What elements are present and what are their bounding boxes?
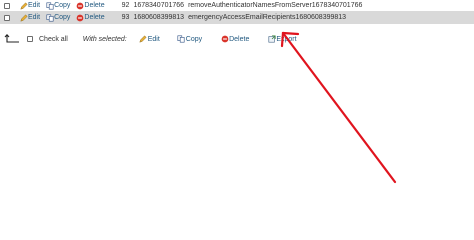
pencil-icon — [19, 13, 28, 22]
export-icon — [267, 35, 276, 43]
bulk-copy-label: Copy — [185, 35, 203, 43]
bulk-edit-label: Edit — [147, 35, 160, 43]
table-row: Edit Copy Delete 93 1680608399813 emerge… — [0, 11, 474, 24]
row-checkbox[interactable] — [4, 2, 10, 9]
pencil-icon — [139, 35, 148, 43]
copy-icon — [177, 35, 186, 43]
row-checkbox[interactable] — [4, 14, 10, 21]
bulk-delete-label: Delete — [229, 35, 250, 43]
delete-icon — [220, 35, 229, 43]
check-all-checkbox[interactable] — [27, 36, 33, 42]
row-value: 1678340701766 — [133, 2, 185, 9]
delete-icon — [75, 2, 84, 10]
copy-link[interactable]: Copy — [45, 1, 71, 10]
copy-label: Copy — [54, 2, 71, 9]
copy-label: Copy — [54, 14, 71, 21]
bulk-edit-button[interactable]: Edit — [139, 35, 160, 43]
edit-label: Edit — [28, 2, 41, 9]
check-all-label[interactable]: Check all — [39, 36, 68, 43]
delete-label: Delete — [84, 2, 105, 9]
annotation-arrow-icon — [280, 31, 397, 184]
bulk-actions-bar: Check all With selected: Edit Copy Delet… — [0, 33, 474, 45]
bulk-copy-button[interactable]: Copy — [177, 35, 202, 43]
row-name: removeAuthenticatorNamesFromServer167834… — [188, 2, 363, 9]
bulk-delete-button[interactable]: Delete — [220, 35, 249, 43]
copy-icon — [45, 13, 54, 22]
delete-icon — [75, 14, 84, 22]
edit-label: Edit — [28, 14, 41, 21]
row-id: 92 — [121, 2, 130, 9]
bulk-export-button[interactable]: Export — [267, 35, 297, 43]
row-value: 1680608399813 — [133, 14, 185, 21]
copy-icon — [45, 1, 54, 10]
with-selected-label: With selected: — [82, 35, 127, 43]
row-id: 93 — [121, 14, 130, 21]
pencil-icon — [19, 1, 28, 10]
delete-link[interactable]: Delete — [75, 14, 105, 22]
delete-label: Delete — [84, 14, 105, 21]
edit-link[interactable]: Edit — [19, 13, 41, 22]
row-name: emergencyAccessEmailRecipients1680608399… — [188, 14, 347, 21]
arrow-left-up-icon — [4, 34, 20, 44]
delete-link[interactable]: Delete — [75, 2, 105, 10]
table-row: Edit Copy Delete 92 1678340701766 remove… — [0, 0, 474, 11]
bulk-export-label: Export — [276, 35, 297, 43]
edit-link[interactable]: Edit — [19, 1, 41, 10]
copy-link[interactable]: Copy — [45, 13, 71, 22]
